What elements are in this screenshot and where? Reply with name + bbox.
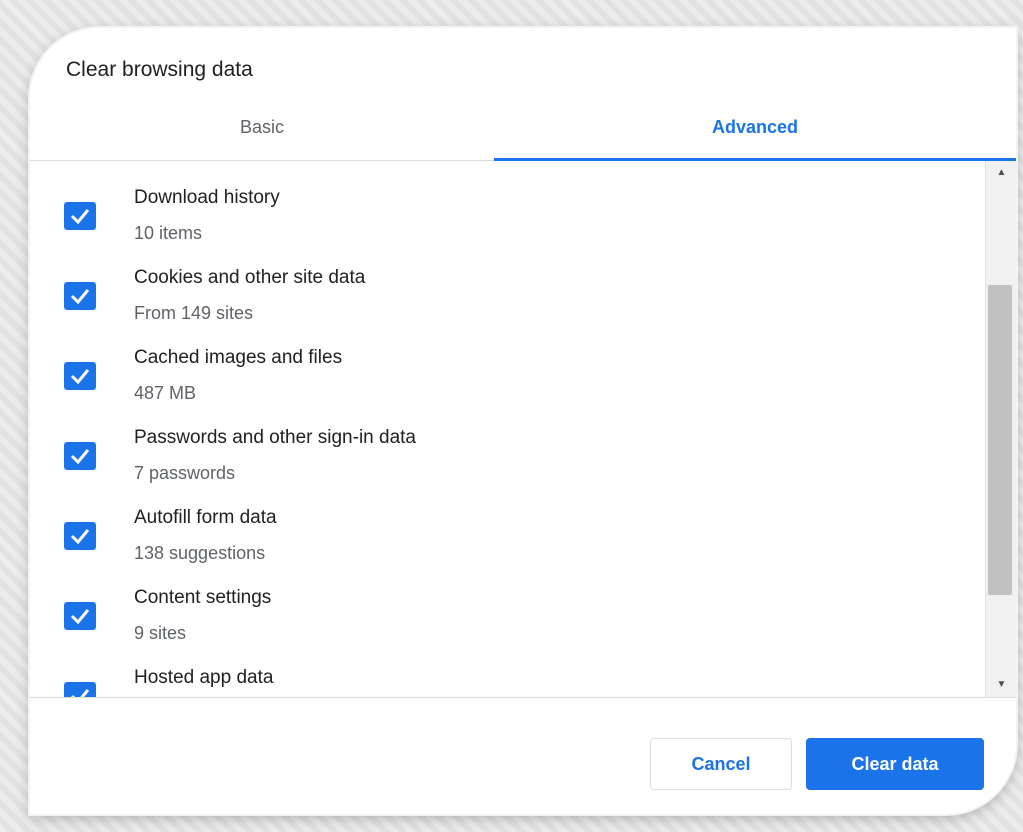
- cancel-button[interactable]: Cancel: [650, 738, 792, 790]
- arrow-down-icon[interactable]: ▼: [986, 673, 1016, 697]
- item-detail: 487 MB: [134, 383, 197, 403]
- dialog-title: Clear browsing data: [66, 58, 253, 81]
- item-label: Cookies and other site data: [134, 267, 366, 288]
- list-item-download-history[interactable]: Download history 10 items: [30, 187, 970, 267]
- list-item-autofill[interactable]: Autofill form data 138 suggestions: [30, 507, 970, 587]
- list-item-passwords[interactable]: Passwords and other sign-in data 7 passw…: [30, 427, 970, 507]
- item-detail: 7 passwords: [134, 463, 236, 483]
- item-detail: 138 suggestions: [134, 543, 266, 563]
- tab-advanced[interactable]: Advanced: [494, 112, 1016, 160]
- checkbox-autofill[interactable]: [64, 522, 96, 550]
- check-icon: [71, 689, 90, 697]
- item-detail: From 149 sites: [134, 303, 254, 323]
- check-icon: [70, 609, 90, 625]
- scrollbar-thumb[interactable]: [988, 285, 1012, 595]
- list-item-cookies[interactable]: Cookies and other site data From 149 sit…: [30, 267, 970, 347]
- item-label: Autofill form data: [134, 507, 277, 528]
- item-detail: 9 sites: [134, 623, 187, 643]
- item-label: Cached images and files: [134, 347, 343, 368]
- list-scrollbar[interactable]: ▲ ▼: [985, 161, 1016, 697]
- list-item-hosted-app-data[interactable]: Hosted app data: [30, 667, 970, 697]
- item-detail: 10 items: [134, 223, 203, 243]
- tab-basic[interactable]: Basic: [30, 112, 494, 160]
- dialog-footer: Cancel Clear data: [30, 697, 1016, 814]
- checkbox-hosted-app-data[interactable]: [64, 682, 96, 697]
- arrow-up-icon[interactable]: ▲: [986, 161, 1016, 185]
- clear-browsing-data-dialog: Clear browsing data Basic Advanced Downl…: [30, 28, 1016, 814]
- data-type-list: Download history 10 items Cookies and ot…: [30, 161, 985, 697]
- item-label: Content settings: [134, 587, 272, 608]
- list-item-cached-images[interactable]: Cached images and files 487 MB: [30, 347, 970, 427]
- item-label: Passwords and other sign-in data: [134, 427, 416, 448]
- item-label: Download history: [134, 187, 280, 208]
- check-icon: [70, 449, 90, 465]
- checkbox-cookies[interactable]: [64, 282, 96, 310]
- check-icon: [70, 209, 90, 225]
- checkbox-passwords[interactable]: [64, 442, 96, 470]
- check-icon: [70, 289, 90, 305]
- checkbox-cached-images[interactable]: [64, 362, 96, 390]
- list-item-content-settings[interactable]: Content settings 9 sites: [30, 587, 970, 667]
- checkbox-content-settings[interactable]: [64, 602, 96, 630]
- check-icon: [70, 369, 90, 385]
- item-label: Hosted app data: [134, 667, 274, 688]
- clear-data-button[interactable]: Clear data: [806, 738, 984, 790]
- checkbox-download-history[interactable]: [64, 202, 96, 230]
- tab-bar: Basic Advanced: [30, 112, 1016, 161]
- check-icon: [70, 529, 90, 545]
